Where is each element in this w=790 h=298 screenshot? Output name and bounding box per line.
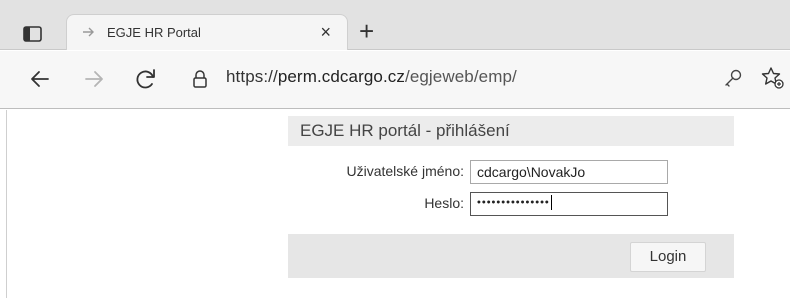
url-path: /egjeweb/emp/ xyxy=(405,67,517,86)
browser-tab-strip: EGJE HR Portal × + xyxy=(0,0,790,50)
tab-actions-icon[interactable] xyxy=(22,25,44,43)
reload-icon[interactable] xyxy=(132,65,160,93)
browser-navigation-bar: https://perm.cdcargo.cz/egjeweb/emp/ xyxy=(0,51,790,109)
password-label: Heslo: xyxy=(424,195,464,211)
key-icon[interactable] xyxy=(722,67,744,89)
password-field[interactable]: ••••••••••••••• xyxy=(470,192,668,216)
url-scheme: https:// xyxy=(226,67,278,86)
new-tab-button[interactable]: + xyxy=(359,18,374,44)
page-title: EGJE HR portál - přihlášení xyxy=(300,121,510,140)
login-header: EGJE HR portál - přihlášení xyxy=(288,116,734,146)
tab-title: EGJE HR Portal xyxy=(107,25,201,40)
page-border xyxy=(6,110,7,298)
browser-tab[interactable]: EGJE HR Portal × xyxy=(66,14,348,50)
username-label: Uživatelské jméno: xyxy=(346,163,465,179)
url-host: perm.cdcargo.cz xyxy=(277,67,405,86)
tab-close-icon[interactable]: × xyxy=(320,23,331,41)
back-arrow-icon[interactable] xyxy=(26,65,54,93)
forward-arrow-icon[interactable] xyxy=(80,65,108,93)
password-mask: ••••••••••••••• xyxy=(477,196,550,209)
page-content: EGJE HR portál - přihlášení Uživatelské … xyxy=(0,110,790,298)
form-actions: Login xyxy=(288,234,734,278)
login-button[interactable]: Login xyxy=(630,242,706,272)
add-favorite-icon[interactable] xyxy=(760,65,786,91)
address-bar-url[interactable]: https://perm.cdcargo.cz/egjeweb/emp/ xyxy=(226,67,517,87)
text-caret xyxy=(550,195,552,210)
username-field[interactable] xyxy=(470,160,668,184)
page-favicon-icon xyxy=(81,25,99,39)
lock-icon[interactable] xyxy=(191,69,209,89)
